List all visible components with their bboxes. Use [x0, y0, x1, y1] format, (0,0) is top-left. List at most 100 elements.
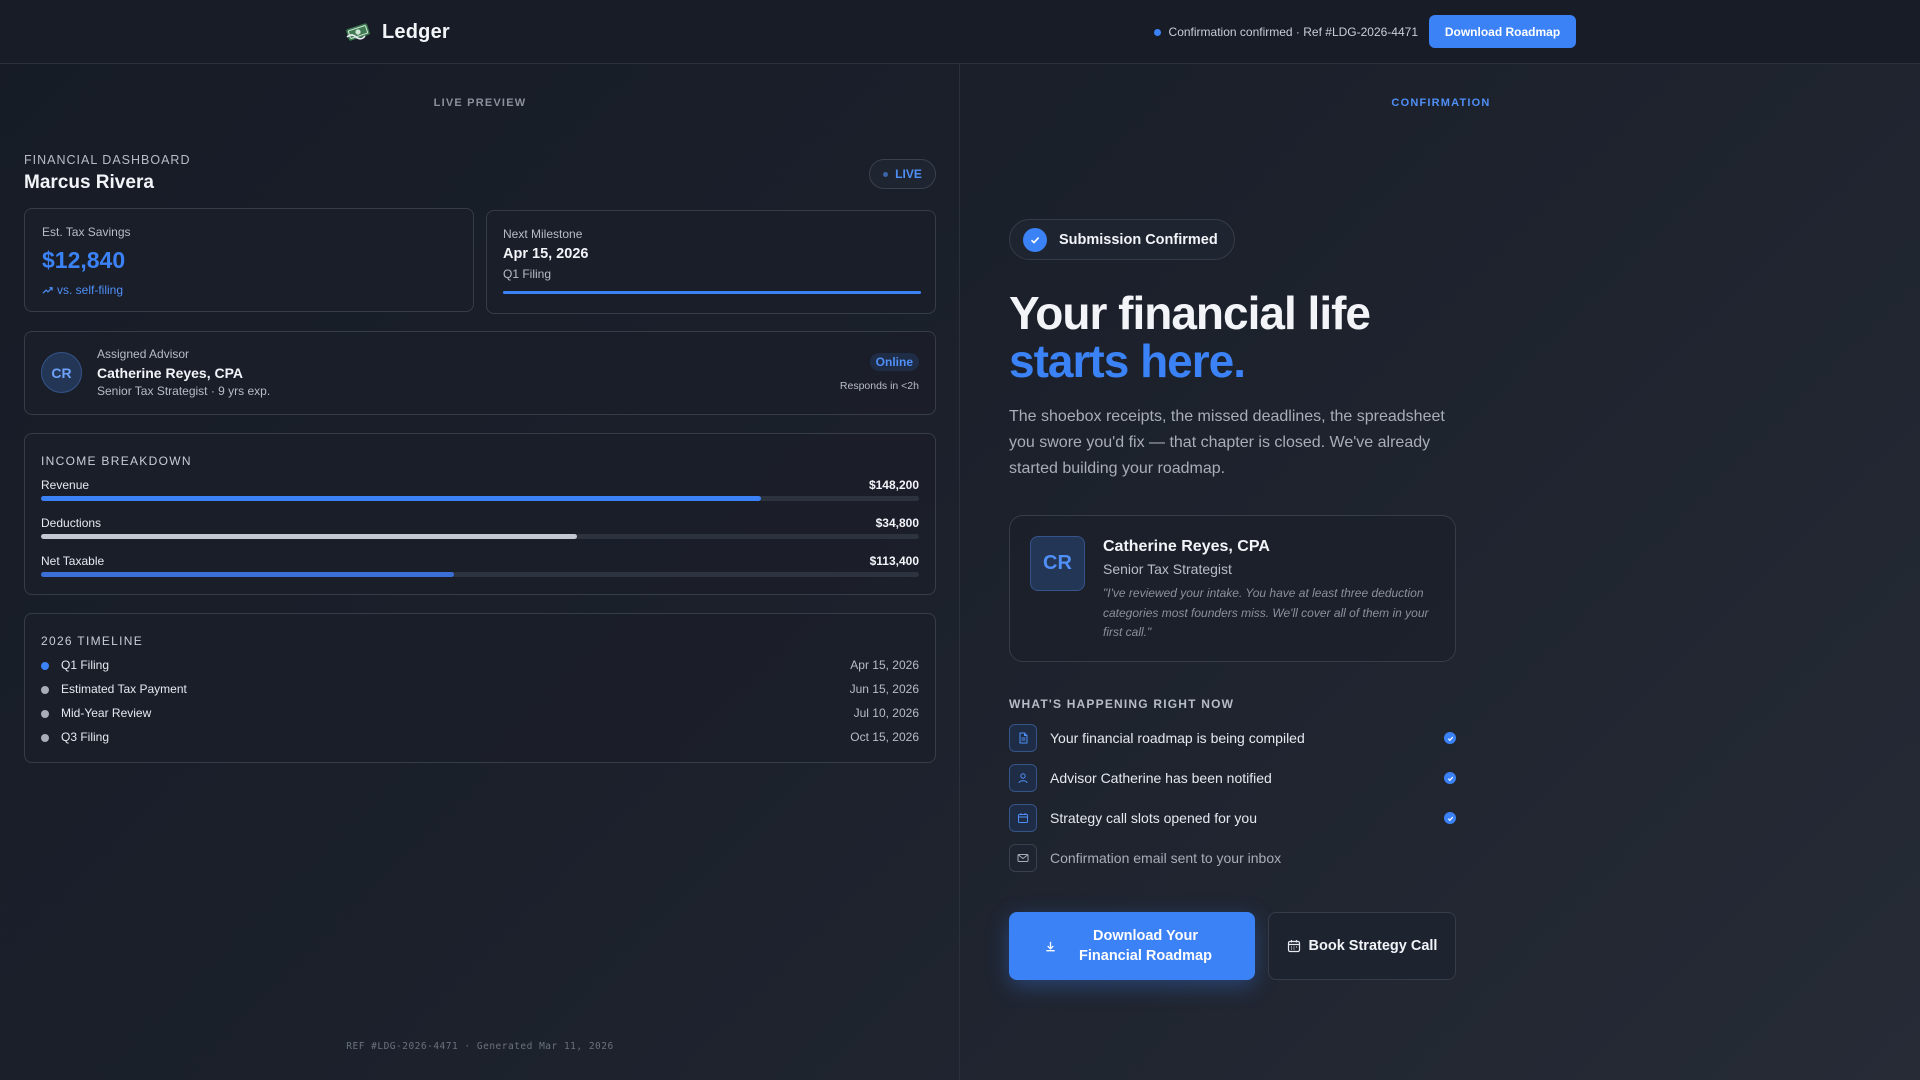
- income-bar-fill: [41, 496, 761, 501]
- status-dot-icon: [1153, 28, 1161, 36]
- confirmation-panel: CONFIRMATION Submission Confirmed Your f…: [961, 64, 1920, 1080]
- brand-name: Ledger: [382, 20, 450, 43]
- check-complete-icon: [1444, 812, 1456, 824]
- next-milestone-card: Next Milestone Apr 15, 2026 Q1 Filing: [486, 210, 936, 314]
- income-bar-track: [41, 496, 919, 501]
- live-preview-panel: LIVE PREVIEW FINANCIAL DASHBOARD Marcus …: [0, 64, 960, 1080]
- income-row-value: $113,400: [869, 554, 919, 568]
- timeline-item-date: Apr 15, 2026: [850, 658, 919, 672]
- income-row-name: Deductions: [41, 516, 102, 530]
- download-financial-roadmap-button[interactable]: Download Your Financial Roadmap: [1009, 912, 1255, 980]
- assigned-advisor-card[interactable]: CR Assigned Advisor Catherine Reyes, CPA…: [24, 331, 936, 415]
- timeline-item-name: Estimated Tax Payment: [61, 682, 187, 696]
- timeline-item: Q1 Filing Apr 15, 2026: [41, 658, 919, 676]
- timeline-item-name: Q1 Filing: [61, 658, 110, 672]
- download-icon: [1045, 941, 1055, 951]
- happening-item-text: Your financial roadmap is being compiled: [1050, 730, 1305, 746]
- user-name: Marcus Rivera: [24, 172, 154, 193]
- secondary-cta-label: Book Strategy Call: [1308, 938, 1438, 954]
- tax-savings-card: Est. Tax Savings $12,840 vs. self-filing: [24, 208, 474, 312]
- top-bar: Ledger Confirmation confirmed · Ref #LDG…: [0, 0, 1920, 64]
- timeline-title: 2026 TIMELINE: [41, 634, 144, 648]
- income-row-name: Net Taxable: [41, 554, 105, 568]
- submission-confirmed-text: Submission Confirmed: [1059, 231, 1218, 248]
- timeline-bullet-icon: [41, 662, 49, 670]
- milestone-label: Next Milestone: [503, 227, 583, 241]
- tax-savings-value: $12,840: [42, 247, 126, 273]
- timeline-item-name: Q3 Filing: [61, 730, 110, 744]
- advisor-name: Catherine Reyes, CPA: [97, 365, 244, 381]
- income-title: INCOME BREAKDOWN: [41, 454, 192, 468]
- preview-footer: REF #LDG-2026-4471 · Generated Mar 11, 2…: [346, 1041, 614, 1052]
- timeline-bullet-icon: [41, 686, 49, 694]
- income-row: Revenue $148,200: [41, 478, 919, 502]
- advisor-card-name: Catherine Reyes, CPA: [1103, 538, 1270, 555]
- income-row-value: $34,800: [875, 516, 919, 530]
- advisor-avatar-large: CR: [1030, 536, 1085, 591]
- timeline-bullet-icon: [41, 734, 49, 742]
- advisor-quote: "I've reviewed your intake. You have at …: [1103, 586, 1429, 639]
- money-logo-icon: [346, 23, 370, 41]
- milestone-progress-fill: [503, 291, 921, 294]
- book-strategy-call-button[interactable]: Book Strategy Call: [1268, 912, 1456, 980]
- income-bar-fill: [41, 534, 577, 539]
- happening-item: Your financial roadmap is being compiled: [1009, 724, 1456, 752]
- calendar-icon: [1009, 804, 1037, 832]
- advisor-avatar: CR: [41, 352, 82, 393]
- live-preview-label: LIVE PREVIEW: [433, 97, 527, 109]
- happening-item: Confirmation email sent to your inbox: [1009, 844, 1456, 872]
- advisor-message-card: CR Catherine Reyes, CPA Senior Tax Strat…: [1009, 515, 1456, 662]
- happening-item: Strategy call slots opened for you: [1009, 804, 1456, 832]
- income-breakdown-card: INCOME BREAKDOWN Revenue $148,200 Deductio…: [24, 433, 936, 595]
- submission-confirmed-badge: Submission Confirmed: [1009, 219, 1235, 260]
- timeline-item-date: Jun 15, 2026: [849, 682, 919, 696]
- happening-item-text: Confirmation email sent to your inbox: [1050, 850, 1282, 866]
- happening-item-text: Advisor Catherine has been notified: [1050, 770, 1272, 786]
- timeline-item: Q3 Filing Oct 15, 2026: [41, 730, 919, 748]
- check-complete-icon: [1444, 772, 1456, 784]
- timeline-item-date: Oct 15, 2026: [850, 730, 919, 744]
- response-time: Responds in <2h: [839, 380, 919, 392]
- income-bar-track: [41, 534, 919, 539]
- hero-description: The shoebox receipts, the missed deadlin…: [1009, 408, 1445, 477]
- live-label: LIVE: [895, 167, 922, 181]
- milestone-name: Q1 Filing: [503, 267, 552, 281]
- mail-icon: [1009, 844, 1037, 872]
- primary-cta-label: Download Your Financial Roadmap: [1079, 928, 1212, 964]
- hero-line-2: starts here.: [1009, 335, 1246, 387]
- milestone-progress: [503, 291, 921, 294]
- timeline-card: 2026 TIMELINE Q1 Filing Apr 15, 2026 Estim…: [24, 613, 936, 763]
- income-bar-track: [41, 572, 919, 577]
- happening-item: Advisor Catherine has been notified: [1009, 764, 1456, 792]
- live-badge: LIVE: [869, 159, 936, 189]
- income-row: Deductions $34,800: [41, 516, 919, 540]
- user-icon: [1009, 764, 1037, 792]
- confirmation-label: CONFIRMATION: [1391, 97, 1491, 109]
- live-dot-icon: [883, 171, 889, 177]
- timeline-item: Estimated Tax Payment Jun 15, 2026: [41, 682, 919, 700]
- check-complete-icon: [1444, 732, 1456, 744]
- check-icon: [1023, 227, 1047, 252]
- advisor-role: Senior Tax Strategist · 9 yrs exp.: [97, 384, 271, 398]
- tax-savings-trend: vs. self-filing: [42, 283, 123, 297]
- dashboard-label: FINANCIAL DASHBOARD: [24, 153, 191, 167]
- calendar-icon: [1287, 940, 1300, 953]
- hero-heading: Your financial life starts here.: [1009, 287, 1371, 387]
- brand[interactable]: Ledger: [344, 18, 450, 46]
- timeline-item: Mid-Year Review Jul 10, 2026: [41, 706, 919, 724]
- income-row-value: $148,200: [868, 478, 919, 492]
- income-bar-fill: [41, 572, 454, 577]
- online-badge: Online: [869, 353, 919, 371]
- income-row: Net Taxable $113,400: [41, 554, 919, 578]
- advisor-card-role: Senior Tax Strategist: [1103, 561, 1232, 577]
- trend-text: vs. self-filing: [57, 283, 124, 297]
- status-text: Confirmation confirmed · Ref #LDG-2026-4…: [1168, 25, 1418, 39]
- hero-line-1: Your financial life: [1009, 287, 1371, 339]
- tax-savings-label: Est. Tax Savings: [42, 225, 131, 239]
- happening-title: WHAT'S HAPPENING RIGHT NOW: [1009, 697, 1235, 711]
- advisor-label: Assigned Advisor: [97, 347, 190, 361]
- timeline-item-date: Jul 10, 2026: [853, 706, 919, 720]
- download-roadmap-button[interactable]: Download Roadmap: [1429, 15, 1576, 48]
- timeline-bullet-icon: [41, 710, 49, 718]
- document-icon: [1009, 724, 1037, 752]
